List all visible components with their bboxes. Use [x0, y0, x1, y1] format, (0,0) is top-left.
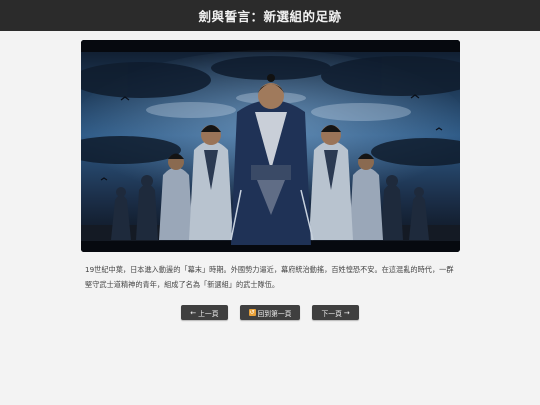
story-paragraph: 19世紀中葉，日本進入動盪的「幕末」時期。外國勢力逼近，幕府統治動搖，百姓惶恐不…: [85, 265, 454, 289]
return-icon: ↺: [248, 309, 256, 316]
page-navigation: ← 上一頁 ↺ 回到第一頁 下一頁 →: [0, 305, 540, 320]
next-page-label: 下一頁: [321, 309, 342, 318]
previous-page-button[interactable]: ← 上一頁: [181, 305, 228, 320]
previous-page-label: 上一頁: [198, 309, 219, 318]
samurai-group-illustration: [81, 40, 460, 252]
hero-illustration: [81, 40, 460, 252]
arrow-right-icon: →: [343, 308, 350, 317]
back-to-first-page-label: 回到第一頁: [257, 309, 292, 318]
back-to-first-page-button[interactable]: ↺ 回到第一頁: [239, 305, 301, 320]
top-bar: 劍與誓言：新選組的足跡: [0, 0, 540, 31]
arrow-left-icon: ←: [190, 308, 197, 317]
next-page-button[interactable]: 下一頁 →: [312, 305, 359, 320]
page-title: 劍與誓言：新選組的足跡: [198, 9, 342, 24]
